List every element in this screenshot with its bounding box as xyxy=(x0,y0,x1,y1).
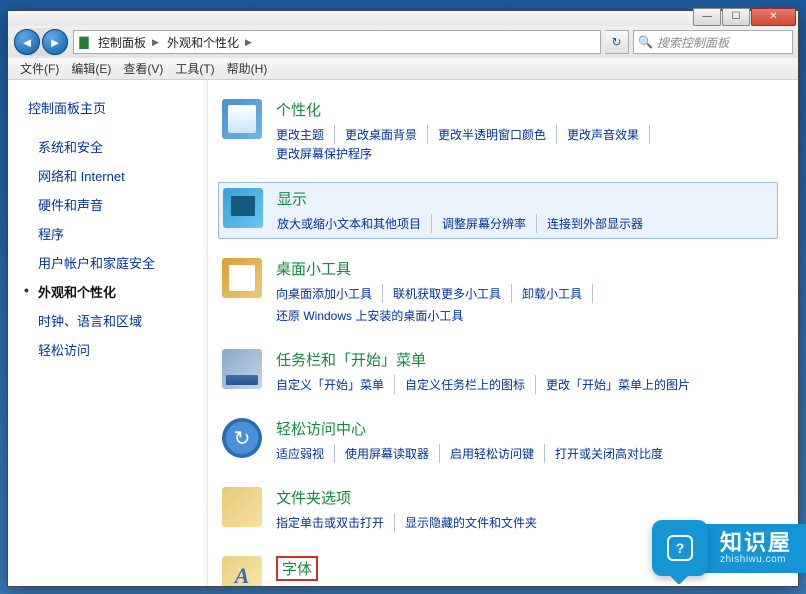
watermark-title: 知识屋 xyxy=(720,532,792,554)
menu-查看(V)[interactable]: 查看(V) xyxy=(117,60,169,77)
category-link[interactable]: 放大或缩小文本和其他项目 xyxy=(277,214,432,233)
category: 轻松访问中心适应弱视使用屏幕读取器启用轻松访问键打开或关闭高对比度 xyxy=(218,413,778,468)
category-link[interactable]: 指定单击或双击打开 xyxy=(276,513,395,532)
category-link[interactable]: 更改「开始」菜单上的图片 xyxy=(546,375,700,394)
sidebar-item[interactable]: 网络和 Internet xyxy=(28,162,199,189)
sidebar-item[interactable]: 时钟、语言和区域 xyxy=(28,307,199,334)
category-link[interactable]: 更改声音效果 xyxy=(567,125,650,144)
close-button[interactable]: ✕ xyxy=(751,8,796,26)
search-placeholder: 搜索控制面板 xyxy=(657,34,729,51)
category-title[interactable]: 显示 xyxy=(277,188,773,209)
sidebar-item[interactable]: 外观和个性化 xyxy=(28,278,199,305)
category-title[interactable]: 个性化 xyxy=(276,99,774,120)
chevron-right-icon[interactable]: ▶ xyxy=(245,37,252,48)
category-link[interactable]: 连接到外部显示器 xyxy=(547,214,653,233)
menu-文件(F)[interactable]: 文件(F) xyxy=(14,60,65,77)
category-link[interactable]: 启用轻松访问键 xyxy=(450,444,545,463)
watermark-url: zhishiwu.com xyxy=(720,554,792,565)
menu-工具(T)[interactable]: 工具(T) xyxy=(169,60,220,77)
category-title[interactable]: 字体 xyxy=(276,556,318,581)
breadcrumb[interactable]: ▇ 控制面板 ▶ 外观和个性化 ▶ xyxy=(73,30,601,54)
category-link[interactable]: 更改屏幕保护程序 xyxy=(276,144,382,163)
category: 显示放大或缩小文本和其他项目调整屏幕分辨率连接到外部显示器 xyxy=(218,182,778,239)
category-link[interactable]: 更改桌面背景 xyxy=(345,125,428,144)
category-title[interactable]: 轻松访问中心 xyxy=(276,418,774,439)
category-title[interactable]: 桌面小工具 xyxy=(276,258,774,279)
font-icon: A xyxy=(222,556,262,586)
category-title[interactable]: 任务栏和「开始」菜单 xyxy=(276,349,774,370)
nav-back-button[interactable]: ◄ xyxy=(14,29,40,55)
sidebar-item[interactable]: 系统和安全 xyxy=(28,133,199,160)
maximize-button[interactable]: ☐ xyxy=(722,8,750,26)
category-link[interactable]: 调整屏幕分辨率 xyxy=(442,214,537,233)
category-link[interactable]: 适应弱视 xyxy=(276,444,335,463)
gadget-icon xyxy=(222,258,262,298)
category-link[interactable]: 自定义任务栏上的图标 xyxy=(405,375,536,394)
sidebar-item[interactable]: 程序 xyxy=(28,220,199,247)
address-bar: ◄ ► ▇ 控制面板 ▶ 外观和个性化 ▶ ↻ 🔍 搜索控制面板 xyxy=(8,26,798,58)
category-link[interactable]: 更改半透明窗口颜色 xyxy=(438,125,557,144)
category-link[interactable]: 还原 Windows 上安装的桌面小工具 xyxy=(276,306,473,325)
refresh-button[interactable]: ↻ xyxy=(605,30,629,54)
category-link[interactable]: 卸载小工具 xyxy=(522,284,593,303)
title-bar: — ☐ ✕ xyxy=(8,11,798,26)
category: 个性化更改主题更改桌面背景更改半透明窗口颜色更改声音效果更改屏幕保护程序 xyxy=(218,94,778,168)
nav-forward-button[interactable]: ► xyxy=(42,29,68,55)
category-link[interactable]: 自定义「开始」菜单 xyxy=(276,375,395,394)
category: 桌面小工具向桌面添加小工具联机获取更多小工具卸载小工具还原 Windows 上安… xyxy=(218,253,778,330)
category-link[interactable]: 打开或关闭高对比度 xyxy=(555,444,673,463)
watermark-icon: ? xyxy=(667,535,693,561)
category-title[interactable]: 文件夹选项 xyxy=(276,487,774,508)
ease-icon xyxy=(222,418,262,458)
category-link[interactable]: 向桌面添加小工具 xyxy=(276,284,383,303)
sidebar-item[interactable]: 用户帐户和家庭安全 xyxy=(28,249,199,276)
sidebar-item[interactable]: 轻松访问 xyxy=(28,336,199,363)
category: 任务栏和「开始」菜单自定义「开始」菜单自定义任务栏上的图标更改「开始」菜单上的图… xyxy=(218,344,778,399)
watermark-logo: ? 知识屋 zhishiwu.com xyxy=(652,520,806,576)
crumb-appearance[interactable]: 外观和个性化 xyxy=(167,34,239,51)
minimize-button[interactable]: — xyxy=(693,8,721,26)
main-content: 个性化更改主题更改桌面背景更改半透明窗口颜色更改声音效果更改屏幕保护程序显示放大… xyxy=(208,80,798,586)
task-icon xyxy=(222,349,262,389)
search-icon: 🔍 xyxy=(638,35,653,49)
sidebar: 控制面板主页 系统和安全网络和 Internet硬件和声音程序用户帐户和家庭安全… xyxy=(8,80,208,586)
menu-编辑(E)[interactable]: 编辑(E) xyxy=(65,60,117,77)
menu-bar: 文件(F)编辑(E)查看(V)工具(T)帮助(H) xyxy=(8,58,798,80)
chevron-right-icon[interactable]: ▶ xyxy=(152,37,159,48)
category-link[interactable]: 使用屏幕读取器 xyxy=(345,444,440,463)
category-link[interactable]: 联机获取更多小工具 xyxy=(393,284,512,303)
menu-帮助(H)[interactable]: 帮助(H) xyxy=(221,60,274,77)
crumb-control-panel[interactable]: 控制面板 xyxy=(98,34,146,51)
disp-icon xyxy=(223,188,263,228)
sidebar-item[interactable]: 硬件和声音 xyxy=(28,191,199,218)
category-link[interactable]: 更改主题 xyxy=(276,125,335,144)
pers-icon xyxy=(222,99,262,139)
sidebar-home[interactable]: 控制面板主页 xyxy=(28,98,199,117)
folder-icon xyxy=(222,487,262,527)
control-panel-icon: ▇ xyxy=(74,35,94,49)
search-input[interactable]: 🔍 搜索控制面板 xyxy=(633,30,793,54)
category-link[interactable]: 显示隐藏的文件和文件夹 xyxy=(405,513,547,532)
